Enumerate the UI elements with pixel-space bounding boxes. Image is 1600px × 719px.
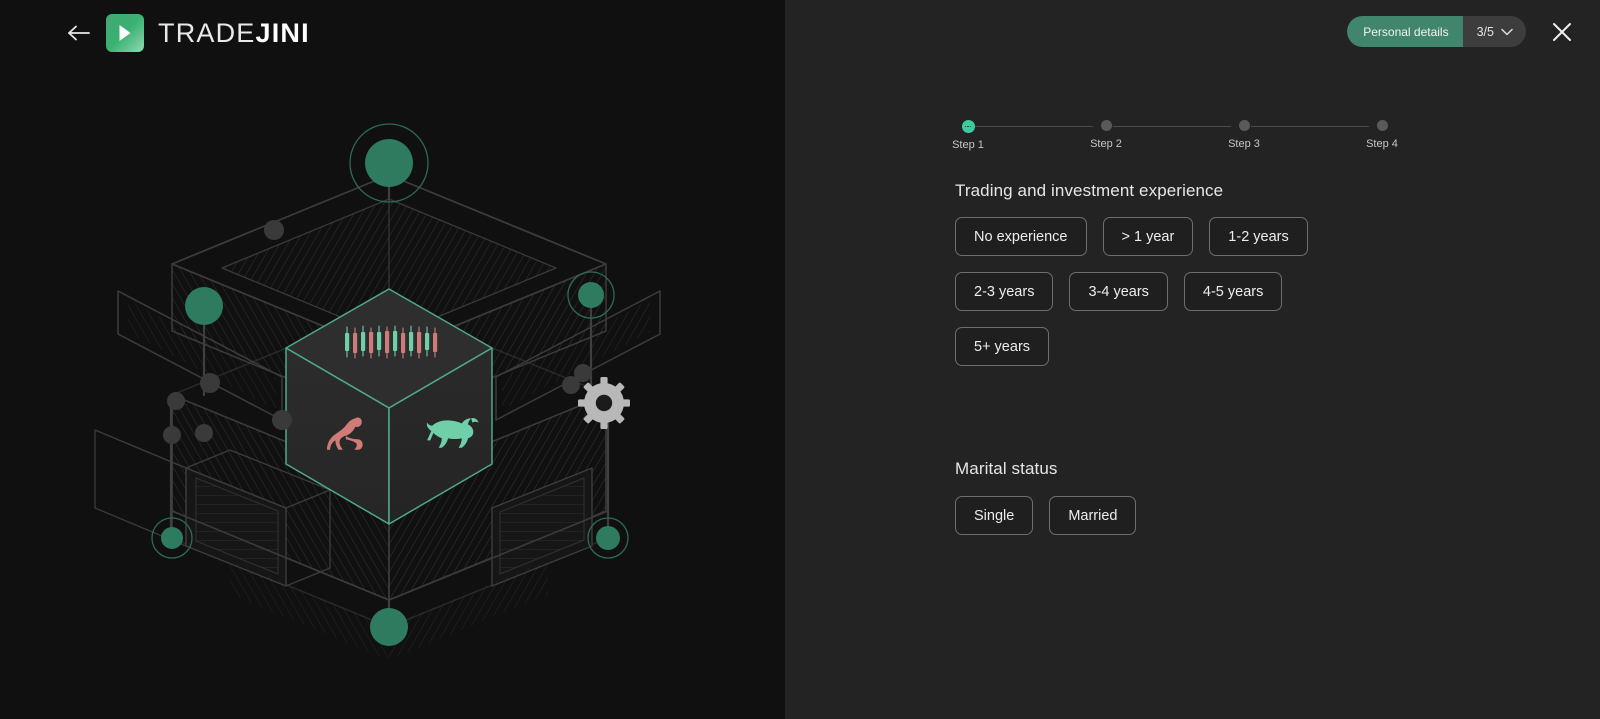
back-arrow-icon[interactable]	[66, 20, 92, 46]
experience-option-gt-1-year[interactable]: > 1 year	[1102, 217, 1194, 256]
topbar: Personal details 3/5	[1347, 16, 1576, 47]
experience-option-1-2-years[interactable]: 1-2 years	[1209, 217, 1308, 256]
step-label-3: Step 3	[1228, 138, 1260, 150]
experience-option-5-plus-years[interactable]: 5+ years	[955, 327, 1050, 366]
progress-badge-count: 3/5	[1476, 24, 1494, 39]
progress-badge-label: Personal details	[1347, 16, 1463, 47]
progress-badge-count-group[interactable]: 3/5	[1463, 16, 1526, 47]
experience-option-no-experience[interactable]: No experience	[955, 217, 1087, 256]
marital-options: Single Married	[955, 496, 1375, 535]
step-label-1: Step 1	[952, 139, 984, 151]
form-panel: Personal details 3/5 Step 1 Step 2 Step …	[785, 0, 1600, 719]
brand-bar: TRADEJINI	[66, 14, 310, 52]
step-item-2[interactable]: Step 2	[1076, 120, 1136, 150]
gear-icon	[578, 377, 630, 429]
step-connector-3	[1251, 125, 1369, 127]
step-dot-2	[1100, 120, 1112, 131]
chevron-down-icon[interactable]	[1501, 25, 1513, 39]
experience-section-title: Trading and investment experience	[955, 181, 1224, 200]
step-item-3[interactable]: Step 3	[1214, 120, 1274, 150]
brand-name: TRADEJINI	[158, 18, 310, 49]
step-connector-1	[975, 125, 1093, 127]
step-dot-3	[1238, 120, 1250, 131]
step-indicator: Step 1 Step 2 Step 3 Step 4	[952, 120, 1398, 158]
tradejini-logo-icon	[106, 14, 144, 52]
experience-option-4-5-years[interactable]: 4-5 years	[1183, 272, 1283, 311]
step-dot-1	[961, 120, 975, 133]
experience-option-2-3-years[interactable]: 2-3 years	[955, 272, 1054, 311]
marital-option-married[interactable]: Married	[1049, 496, 1137, 535]
brand-name-light: TRADE	[158, 17, 256, 48]
step-dot-4	[1376, 120, 1388, 131]
brand-name-bold: JINI	[255, 17, 310, 48]
experience-option-3-4-years[interactable]: 3-4 years	[1069, 272, 1168, 311]
marital-section-title: Marital status	[955, 459, 1058, 478]
progress-badge[interactable]: Personal details 3/5	[1347, 16, 1526, 47]
isometric-trading-cube-illustration	[0, 0, 785, 719]
close-icon[interactable]	[1548, 18, 1576, 46]
illustration-panel: TRADEJINI	[0, 0, 785, 719]
step-item-4[interactable]: Step 4	[1352, 120, 1412, 150]
step-label-4: Step 4	[1366, 138, 1398, 150]
form-content: Step 1 Step 2 Step 3 Step 4 Trading and …	[952, 120, 1515, 535]
step-label-2: Step 2	[1090, 138, 1122, 150]
onboarding-screen: TRADEJINI Personal details 3/5 Step 1 St…	[0, 0, 1600, 719]
marital-option-single[interactable]: Single	[955, 496, 1034, 535]
step-connector-2	[1113, 125, 1231, 127]
experience-options: No experience > 1 year 1-2 years 2-3 yea…	[955, 217, 1375, 366]
